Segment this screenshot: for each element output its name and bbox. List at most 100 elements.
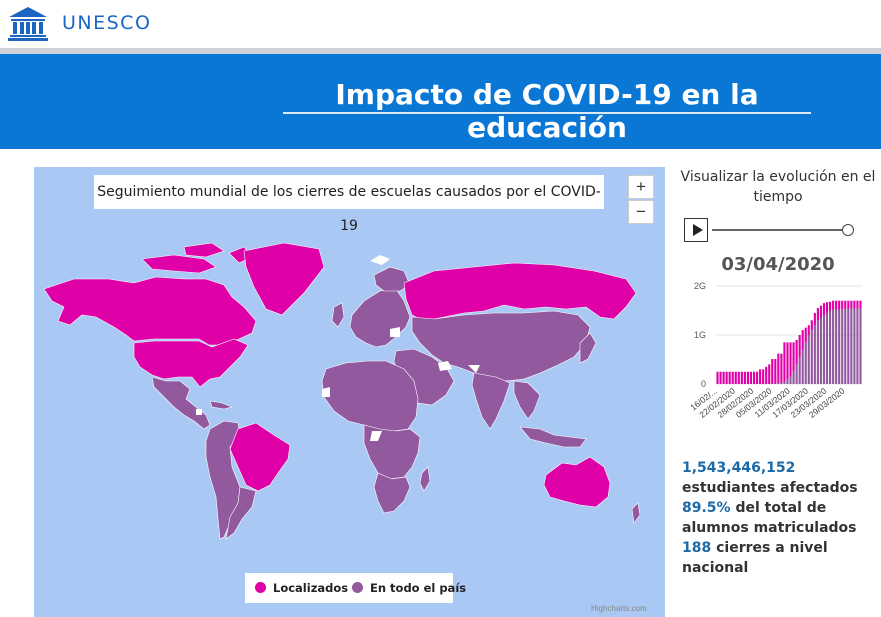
legend-label: Localizados (273, 581, 349, 595)
chart-bar-localized (838, 300, 841, 310)
chart-bar-localized (801, 330, 804, 350)
chart-bar-localized (835, 300, 838, 310)
unesco-logo-icon[interactable] (8, 6, 48, 42)
students-affected-chart: 01G2G16/02/...22/02/202028/02/202005/03/… (688, 281, 862, 420)
timeline-slider-handle[interactable] (842, 224, 854, 236)
chart-bar-nationwide (856, 308, 859, 384)
chart-bar-localized (847, 300, 850, 309)
chart-bar-nationwide (798, 357, 801, 384)
chart-bar-localized (728, 371, 731, 384)
map-region-uk[interactable] (331, 302, 345, 328)
brand-name[interactable]: UNESCO (62, 12, 151, 34)
chart-bar-localized (768, 364, 771, 384)
chart-bar-localized (765, 366, 768, 384)
title-underline (283, 112, 811, 114)
map-region-brazil[interactable] (229, 422, 291, 492)
chart-bar-nationwide (847, 308, 850, 384)
chart-bar-localized (816, 308, 819, 321)
map-credits[interactable]: Highcharts.com (591, 604, 647, 613)
chart-bar-localized (731, 371, 734, 384)
map-region-russia[interactable] (403, 262, 637, 322)
chart-bar-nationwide (795, 364, 798, 384)
chart-bar-nationwide (822, 315, 826, 384)
map-region-southern-africa[interactable] (373, 472, 411, 514)
map-region-no-data-central-america[interactable] (196, 409, 202, 415)
legend-dot-icon (255, 582, 266, 593)
play-icon[interactable] (684, 218, 708, 242)
chart-bar-nationwide (825, 312, 829, 384)
chart-bar-localized (810, 320, 813, 331)
chart-bar-localized (795, 339, 798, 365)
legend-item-localized[interactable]: Localizados (255, 581, 348, 595)
chart-y-tick-label: 1G (694, 330, 706, 340)
chart-bar-nationwide (850, 308, 853, 384)
chart-bar-localized (828, 301, 832, 311)
chart-bar-localized (783, 342, 786, 382)
chart-bar-localized (774, 359, 777, 384)
map-region-southeast-asia[interactable] (513, 380, 541, 420)
chart-bar-nationwide (792, 371, 795, 384)
legend-item-nationwide[interactable]: En todo el país (352, 581, 466, 595)
chart-bar-localized (859, 300, 862, 309)
timeline-slider[interactable] (712, 229, 848, 231)
map-region-indonesia[interactable] (519, 426, 587, 448)
map-region-arctic-canada[interactable] (141, 254, 217, 274)
chart-bar-localized (789, 342, 792, 377)
chart-bar-localized (832, 300, 835, 310)
chart-bar-localized (856, 300, 859, 309)
chart-bar-localized (722, 371, 725, 384)
chart-bar-nationwide (801, 349, 804, 384)
map-region-north-africa[interactable] (321, 360, 419, 432)
chart-bar-localized (749, 371, 753, 384)
chart-bar-nationwide (819, 317, 823, 384)
chart-bar-localized (841, 300, 844, 310)
chart-bar-localized (792, 342, 795, 372)
students-affected-label: estudiantes afectados (682, 480, 858, 496)
zoom-in-button[interactable]: + (628, 175, 654, 199)
chart-bar-nationwide (838, 309, 841, 384)
chart-bar-localized (734, 371, 737, 384)
chart-bar-nationwide (835, 309, 838, 384)
chart-y-tick-label: 0 (701, 379, 706, 389)
chart-bar-nationwide (853, 308, 856, 384)
chart-bar-localized (759, 369, 762, 384)
chart-bar-localized (743, 371, 746, 384)
map-region-no-data-svalbard[interactable] (370, 255, 390, 265)
chart-bar-localized (755, 371, 759, 384)
chart-bar-nationwide (780, 383, 783, 384)
chart-bar-localized (719, 371, 722, 384)
chart-bar-nationwide (777, 383, 780, 384)
chart-bar-localized (850, 300, 853, 309)
chart-bar-nationwide (841, 309, 844, 384)
chart-bar-localized (740, 371, 743, 384)
chart-bar-localized (752, 371, 756, 384)
chart-y-tick-label: 2G (694, 281, 706, 291)
chart-bar-nationwide (804, 342, 807, 384)
map-region-europe[interactable] (349, 288, 411, 348)
map-title: Seguimiento mundial de los cierres de es… (94, 175, 604, 234)
students-affected-value: 1,543,446,152 (682, 460, 796, 476)
map-region-australia[interactable] (543, 456, 611, 508)
map-region-usa[interactable] (133, 338, 249, 388)
chart-bar-localized (798, 335, 801, 358)
map-region-india[interactable] (471, 372, 511, 430)
map-region-new-zealand[interactable] (631, 502, 641, 524)
world-map-panel[interactable]: Seguimiento mundial de los cierres de es… (34, 167, 665, 617)
chart-bar-nationwide (789, 376, 792, 384)
map-region-canada[interactable] (43, 276, 257, 346)
chart-bar-nationwide (832, 309, 835, 384)
chart-bar-nationwide (810, 330, 813, 384)
legend-label: En todo el país (370, 581, 467, 595)
chart-bar-localized (780, 353, 783, 384)
map-region-greenland[interactable] (243, 242, 325, 316)
chart-bar-localized (804, 327, 807, 343)
chart-bar-localized (807, 325, 810, 335)
map-region-caribbean[interactable] (209, 400, 233, 410)
chart-bar-localized (844, 300, 847, 309)
top-bar: UNESCO (0, 0, 881, 50)
zoom-out-button[interactable]: − (628, 200, 654, 224)
page-banner: Impacto de COVID-19 en la educación (0, 54, 881, 149)
stats-summary: 1,543,446,152 estudiantes afectados 89.5… (682, 458, 876, 578)
map-region-madagascar[interactable] (419, 466, 431, 492)
national-closures-value: 188 (682, 540, 712, 556)
